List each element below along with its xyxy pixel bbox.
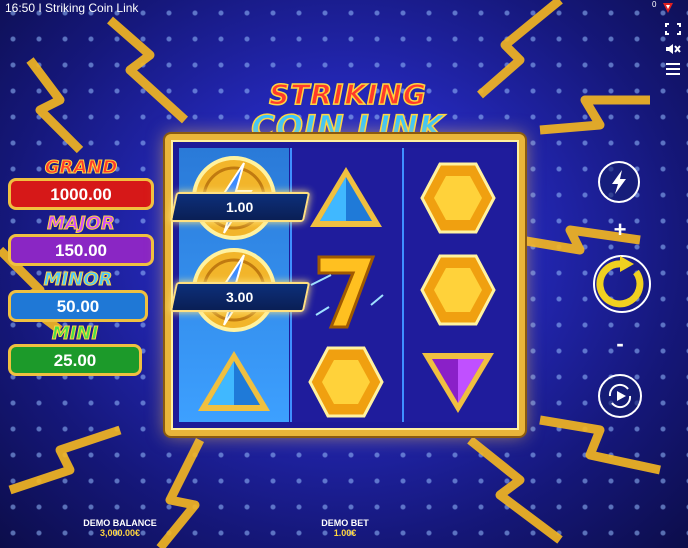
yellow-hexagon-gem-icon [403, 152, 513, 244]
jackpot-name: MINI [51, 323, 99, 344]
menu-icon[interactable] [664, 62, 682, 76]
top-bar: 16:50 I Striking Coin Link 0 [0, 0, 688, 20]
sound-muted-icon[interactable] [664, 42, 682, 56]
autoplay-button[interactable] [598, 374, 642, 418]
side-menu [662, 20, 684, 82]
jackpot-name: GRAND [44, 157, 118, 178]
blue-triangle-gem-icon [179, 336, 289, 428]
jackpot-name: MINOR [43, 269, 113, 290]
counter: 0 [652, 0, 657, 9]
jackpot-value: 1000.00 [8, 178, 154, 210]
blue-triangle-gem-icon [291, 152, 401, 244]
spin-button[interactable] [590, 252, 654, 316]
jackpot-mini: MINI 25.00 [8, 323, 142, 376]
bet-label: DEMO BET [321, 518, 369, 528]
coin-value-label: 3.00 [169, 282, 311, 312]
bet-value: 1.00€ [333, 528, 357, 538]
jackpot-value: 150.00 [8, 234, 154, 266]
coin-value: 1.00 [226, 199, 254, 215]
bet-increase-button[interactable]: + [610, 219, 630, 241]
spin-icon [593, 255, 651, 313]
footer: DEMO BALANCE 3,000.00€ DEMO BET 1.00€ [0, 518, 688, 548]
coin-value-label: 1.00 [169, 192, 311, 222]
jackpot-value: 50.00 [8, 290, 148, 322]
fullscreen-icon[interactable] [664, 22, 682, 36]
purple-triangle-gem-icon [403, 336, 513, 428]
logo-line-1: STRIKING [268, 78, 427, 111]
lightning-icon [612, 170, 626, 194]
coin-value: 3.00 [226, 289, 254, 305]
jackpot-major: MAJOR 150.00 [8, 213, 154, 266]
balance-label: DEMO BALANCE [83, 518, 157, 528]
yellow-hexagon-gem-icon [291, 336, 401, 428]
yellow-hexagon-gem-icon [403, 244, 513, 336]
balance-value: 3,000.00€ [99, 528, 141, 538]
jackpot-grand: GRAND 1000.00 [8, 157, 154, 210]
jackpot-name: MAJOR [47, 213, 116, 234]
window-title: 16:50 I Striking Coin Link [5, 1, 139, 15]
brand-logo-icon [663, 3, 673, 13]
balance-display: DEMO BALANCE 3,000.00€ [70, 518, 170, 538]
bet-display: DEMO BET 1.00€ [300, 518, 390, 538]
turbo-button[interactable] [598, 161, 640, 203]
jackpot-value: 25.00 [8, 344, 142, 376]
lucky-seven-icon [291, 244, 401, 336]
jackpot-minor: MINOR 50.00 [8, 269, 148, 322]
autoplay-icon [608, 383, 632, 409]
reel-frame: 1.00 3.00 [165, 134, 525, 436]
bet-decrease-button[interactable]: - [610, 333, 630, 355]
